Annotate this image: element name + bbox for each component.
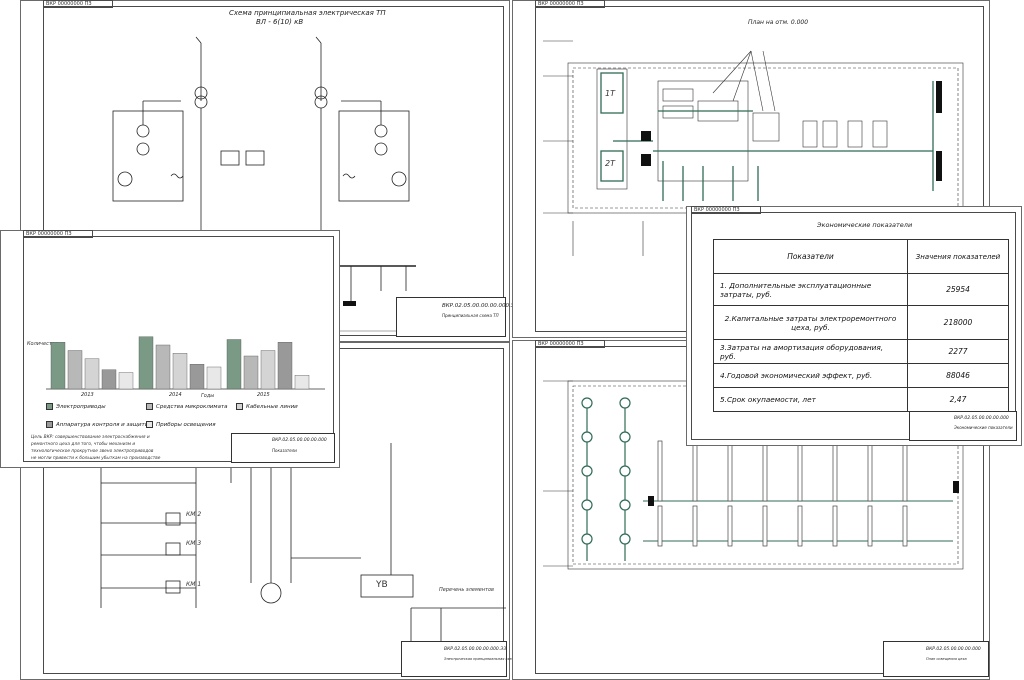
sheet-economics[interactable]: ВКР 00000000 ПЗ Экономические показатели… xyxy=(686,206,1022,446)
stamp-desc: Экономические показатели xyxy=(954,425,1013,430)
legend-item-control: Аппаратура контроля и защиты xyxy=(46,421,149,428)
stamp-desc: Принципиальная схема ТП xyxy=(442,313,499,318)
legend-item-climate: Средства микроклимата xyxy=(146,403,228,410)
schematic-stamp: ВКР.02.05.00.00.00.000.Э3 Принципиальная… xyxy=(396,297,518,337)
tick-label: 2014 xyxy=(169,392,182,398)
legend-label: Кабельные линии xyxy=(246,403,298,410)
legend-swatch xyxy=(46,421,53,428)
row-value: 2277 xyxy=(907,339,1009,364)
bar xyxy=(243,355,259,390)
chart-xlabel: Годы xyxy=(201,393,215,399)
sheet-chart[interactable]: ВКР 00000000 ПЗ Количество 2013 2014 2015 … xyxy=(0,230,340,468)
room-1t: 1Т xyxy=(605,89,615,98)
bar xyxy=(84,358,100,390)
tick-label: 2015 xyxy=(257,392,270,398)
km3-label: КМ 3 xyxy=(186,540,202,547)
bar xyxy=(277,342,293,390)
bar xyxy=(172,353,188,390)
row-value: 25954 xyxy=(907,273,1009,306)
bar xyxy=(101,369,117,390)
stamp-code: ВКР.02.05.00.00.00.000.Э3 xyxy=(444,647,507,652)
legend-item-cable: Кабельные линии xyxy=(236,403,298,410)
header-value: Значения показателей xyxy=(907,239,1009,274)
bar xyxy=(294,375,310,390)
row-label: 3.Затраты на амортизация оборудования, р… xyxy=(713,339,908,364)
stamp-code: ВКР.02.05.00.00.00.000 xyxy=(926,647,981,652)
legend-item-electric: Электроприводы xyxy=(46,403,106,410)
km2-label: КМ 2 xyxy=(186,511,202,518)
perechen-label: Перечень элементов xyxy=(439,587,494,593)
bar xyxy=(206,366,222,390)
row-value: 88046 xyxy=(907,363,1009,388)
room-2t: 2Т xyxy=(605,159,615,168)
legend-swatch xyxy=(236,403,243,410)
economics-table: Показатели Значения показателей 1. Допол… xyxy=(713,239,1009,412)
legend-swatch xyxy=(146,403,153,410)
bar xyxy=(67,350,83,390)
chart-stamp: ВКР.02.05.00.00.00.000 Показатели xyxy=(231,433,335,463)
legend-label: Аппаратура контроля и защиты xyxy=(56,421,150,428)
goal-text-4: не могли привести к большим убыткам на п… xyxy=(31,456,161,461)
table-row: 1. Дополнительные эксплуатационные затра… xyxy=(713,273,1009,306)
bar xyxy=(226,339,242,390)
table-header-row: Показатели Значения показателей xyxy=(713,239,1009,274)
bar xyxy=(189,364,205,390)
bar xyxy=(260,350,276,390)
stamp-desc: Показатели xyxy=(272,448,297,453)
legend-swatch xyxy=(146,421,153,428)
lighting-stamp: ВКР.02.05.00.00.00.000 План освещения це… xyxy=(883,641,989,677)
bar xyxy=(155,344,171,390)
table-row: 5.Срок окупаемости, лет 2,47 xyxy=(713,387,1009,412)
legend-swatch xyxy=(46,403,53,410)
row-value: 2,47 xyxy=(907,387,1009,412)
stamp-desc: Электрическая принципиальная схема xyxy=(444,657,517,661)
table-row: 3.Затраты на амортизация оборудования, р… xyxy=(713,339,1009,364)
legend-label: Приборы освещения xyxy=(156,421,216,428)
stamp-code: ВКР.02.05.00.00.00.000.Э3 xyxy=(442,303,519,309)
tick-label: 2013 xyxy=(81,392,94,398)
bar xyxy=(118,372,134,390)
table-row: 4.Годовой экономический эффект, руб. 880… xyxy=(713,363,1009,388)
row-label: 4.Годовой экономический эффект, руб. xyxy=(713,363,908,388)
goal-text-3: технологическое прокрутное звено электро… xyxy=(31,449,154,454)
bar xyxy=(50,342,66,390)
control-stamp: ВКР.02.05.00.00.00.000.Э3 Электрическая … xyxy=(401,641,516,677)
header-indicator: Показатели xyxy=(713,239,908,274)
economics-title: Экономические показатели xyxy=(817,221,913,229)
stamp-code: ВКР.02.05.00.00.00.000 xyxy=(272,438,327,443)
economics-stamp: ВКР.02.05.00.00.00.000 Экономические пок… xyxy=(909,411,1017,441)
km1-label: КМ 1 xyxy=(186,581,202,588)
row-label: 2.Капитальные затраты электроремонтного … xyxy=(713,305,908,340)
stamp-code: ВКР.02.05.00.00.00.000 xyxy=(954,416,1009,421)
bar xyxy=(138,336,154,390)
row-label: 5.Срок окупаемости, лет xyxy=(713,387,908,412)
legend-label: Средства микроклимата xyxy=(156,403,228,410)
table-row: 2.Капитальные затраты электроремонтного … xyxy=(713,305,1009,340)
yb-label: YB xyxy=(376,580,388,590)
legend-label: Электроприводы xyxy=(56,403,106,410)
row-label: 1. Дополнительные эксплуатационные затра… xyxy=(713,273,908,306)
goal-text-2: ремонтного цеха для того, чтобы механизм… xyxy=(31,442,136,447)
legend-item-lighting: Приборы освещения xyxy=(146,421,216,428)
stamp-desc: План освещения цеха xyxy=(926,657,967,661)
goal-text-1: Цель ВКР: совершенствование электроснабж… xyxy=(31,435,150,440)
row-value: 218000 xyxy=(907,305,1009,340)
